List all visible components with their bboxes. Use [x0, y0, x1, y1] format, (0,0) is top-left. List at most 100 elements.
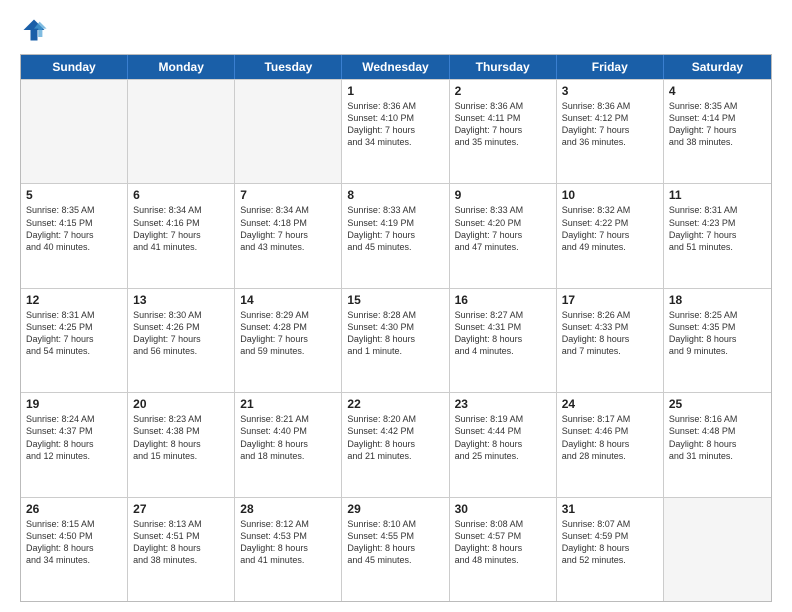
day-number: 27 [133, 502, 229, 516]
day-number: 26 [26, 502, 122, 516]
empty-cell [235, 80, 342, 183]
day-info: Sunrise: 8:36 AM Sunset: 4:11 PM Dayligh… [455, 100, 551, 149]
day-cell-2: 2 Sunrise: 8:36 AM Sunset: 4:11 PM Daylig… [450, 80, 557, 183]
day-number: 29 [347, 502, 443, 516]
day-info: Sunrise: 8:10 AM Sunset: 4:55 PM Dayligh… [347, 518, 443, 567]
page: SundayMondayTuesdayWednesdayThursdayFrid… [0, 0, 792, 612]
day-number: 5 [26, 188, 122, 202]
day-number: 14 [240, 293, 336, 307]
week-row-0: 1 Sunrise: 8:36 AM Sunset: 4:10 PM Daylig… [21, 79, 771, 183]
day-info: Sunrise: 8:32 AM Sunset: 4:22 PM Dayligh… [562, 204, 658, 253]
day-number: 28 [240, 502, 336, 516]
day-info: Sunrise: 8:34 AM Sunset: 4:18 PM Dayligh… [240, 204, 336, 253]
day-cell-5: 5 Sunrise: 8:35 AM Sunset: 4:15 PM Daylig… [21, 184, 128, 287]
calendar: SundayMondayTuesdayWednesdayThursdayFrid… [20, 54, 772, 602]
day-cell-7: 7 Sunrise: 8:34 AM Sunset: 4:18 PM Daylig… [235, 184, 342, 287]
calendar-header: SundayMondayTuesdayWednesdayThursdayFrid… [21, 55, 771, 79]
day-number: 20 [133, 397, 229, 411]
week-row-4: 26 Sunrise: 8:15 AM Sunset: 4:50 PM Dayli… [21, 497, 771, 601]
day-number: 18 [669, 293, 766, 307]
day-number: 8 [347, 188, 443, 202]
day-cell-21: 21 Sunrise: 8:21 AM Sunset: 4:40 PM Dayli… [235, 393, 342, 496]
day-number: 19 [26, 397, 122, 411]
day-info: Sunrise: 8:15 AM Sunset: 4:50 PM Dayligh… [26, 518, 122, 567]
day-header-saturday: Saturday [664, 55, 771, 79]
header [20, 16, 772, 44]
day-info: Sunrise: 8:21 AM Sunset: 4:40 PM Dayligh… [240, 413, 336, 462]
logo [20, 16, 52, 44]
day-info: Sunrise: 8:28 AM Sunset: 4:30 PM Dayligh… [347, 309, 443, 358]
day-number: 10 [562, 188, 658, 202]
empty-cell [21, 80, 128, 183]
day-info: Sunrise: 8:29 AM Sunset: 4:28 PM Dayligh… [240, 309, 336, 358]
day-number: 12 [26, 293, 122, 307]
day-number: 9 [455, 188, 551, 202]
day-cell-12: 12 Sunrise: 8:31 AM Sunset: 4:25 PM Dayli… [21, 289, 128, 392]
day-number: 22 [347, 397, 443, 411]
day-cell-22: 22 Sunrise: 8:20 AM Sunset: 4:42 PM Dayli… [342, 393, 449, 496]
day-info: Sunrise: 8:31 AM Sunset: 4:25 PM Dayligh… [26, 309, 122, 358]
day-header-friday: Friday [557, 55, 664, 79]
day-info: Sunrise: 8:12 AM Sunset: 4:53 PM Dayligh… [240, 518, 336, 567]
day-cell-28: 28 Sunrise: 8:12 AM Sunset: 4:53 PM Dayli… [235, 498, 342, 601]
day-number: 4 [669, 84, 766, 98]
day-cell-4: 4Sunrise: 8:35 AM Sunset: 4:14 PM Daylig… [664, 80, 771, 183]
day-info: Sunrise: 8:26 AM Sunset: 4:33 PM Dayligh… [562, 309, 658, 358]
day-cell-1: 1 Sunrise: 8:36 AM Sunset: 4:10 PM Daylig… [342, 80, 449, 183]
day-number: 11 [669, 188, 766, 202]
day-info: Sunrise: 8:08 AM Sunset: 4:57 PM Dayligh… [455, 518, 551, 567]
day-header-tuesday: Tuesday [235, 55, 342, 79]
day-cell-19: 19 Sunrise: 8:24 AM Sunset: 4:37 PM Dayli… [21, 393, 128, 496]
day-info: Sunrise: 8:25 AM Sunset: 4:35 PM Dayligh… [669, 309, 766, 358]
day-number: 13 [133, 293, 229, 307]
day-number: 15 [347, 293, 443, 307]
day-info: Sunrise: 8:33 AM Sunset: 4:20 PM Dayligh… [455, 204, 551, 253]
day-cell-17: 17 Sunrise: 8:26 AM Sunset: 4:33 PM Dayli… [557, 289, 664, 392]
day-cell-24: 24 Sunrise: 8:17 AM Sunset: 4:46 PM Dayli… [557, 393, 664, 496]
day-number: 2 [455, 84, 551, 98]
day-info: Sunrise: 8:23 AM Sunset: 4:38 PM Dayligh… [133, 413, 229, 462]
day-header-sunday: Sunday [21, 55, 128, 79]
day-cell-8: 8 Sunrise: 8:33 AM Sunset: 4:19 PM Daylig… [342, 184, 449, 287]
day-number: 1 [347, 84, 443, 98]
week-row-2: 12 Sunrise: 8:31 AM Sunset: 4:25 PM Dayli… [21, 288, 771, 392]
day-number: 24 [562, 397, 658, 411]
day-number: 6 [133, 188, 229, 202]
day-info: Sunrise: 8:33 AM Sunset: 4:19 PM Dayligh… [347, 204, 443, 253]
day-info: Sunrise: 8:24 AM Sunset: 4:37 PM Dayligh… [26, 413, 122, 462]
empty-cell [128, 80, 235, 183]
day-cell-16: 16Sunrise: 8:27 AM Sunset: 4:31 PM Dayli… [450, 289, 557, 392]
day-number: 31 [562, 502, 658, 516]
day-number: 7 [240, 188, 336, 202]
day-number: 30 [455, 502, 551, 516]
day-cell-9: 9 Sunrise: 8:33 AM Sunset: 4:20 PM Daylig… [450, 184, 557, 287]
week-row-1: 5 Sunrise: 8:35 AM Sunset: 4:15 PM Daylig… [21, 183, 771, 287]
day-cell-11: 11 Sunrise: 8:31 AM Sunset: 4:23 PM Dayli… [664, 184, 771, 287]
day-header-wednesday: Wednesday [342, 55, 449, 79]
day-info: Sunrise: 8:17 AM Sunset: 4:46 PM Dayligh… [562, 413, 658, 462]
day-info: Sunrise: 8:07 AM Sunset: 4:59 PM Dayligh… [562, 518, 658, 567]
day-number: 3 [562, 84, 658, 98]
day-cell-10: 10 Sunrise: 8:32 AM Sunset: 4:22 PM Dayli… [557, 184, 664, 287]
day-number: 21 [240, 397, 336, 411]
logo-icon [20, 16, 48, 44]
day-cell-6: 6Sunrise: 8:34 AM Sunset: 4:16 PM Daylig… [128, 184, 235, 287]
day-info: Sunrise: 8:36 AM Sunset: 4:10 PM Dayligh… [347, 100, 443, 149]
day-header-monday: Monday [128, 55, 235, 79]
day-info: Sunrise: 8:35 AM Sunset: 4:15 PM Dayligh… [26, 204, 122, 253]
day-info: Sunrise: 8:30 AM Sunset: 4:26 PM Dayligh… [133, 309, 229, 358]
day-info: Sunrise: 8:31 AM Sunset: 4:23 PM Dayligh… [669, 204, 766, 253]
day-cell-15: 15 Sunrise: 8:28 AM Sunset: 4:30 PM Dayli… [342, 289, 449, 392]
day-cell-23: 23 Sunrise: 8:19 AM Sunset: 4:44 PM Dayli… [450, 393, 557, 496]
week-row-3: 19 Sunrise: 8:24 AM Sunset: 4:37 PM Dayli… [21, 392, 771, 496]
day-info: Sunrise: 8:36 AM Sunset: 4:12 PM Dayligh… [562, 100, 658, 149]
day-info: Sunrise: 8:13 AM Sunset: 4:51 PM Dayligh… [133, 518, 229, 567]
day-cell-3: 3 Sunrise: 8:36 AM Sunset: 4:12 PM Daylig… [557, 80, 664, 183]
empty-cell [664, 498, 771, 601]
day-info: Sunrise: 8:19 AM Sunset: 4:44 PM Dayligh… [455, 413, 551, 462]
day-number: 23 [455, 397, 551, 411]
day-header-thursday: Thursday [450, 55, 557, 79]
day-number: 17 [562, 293, 658, 307]
day-info: Sunrise: 8:20 AM Sunset: 4:42 PM Dayligh… [347, 413, 443, 462]
day-number: 16 [455, 293, 551, 307]
